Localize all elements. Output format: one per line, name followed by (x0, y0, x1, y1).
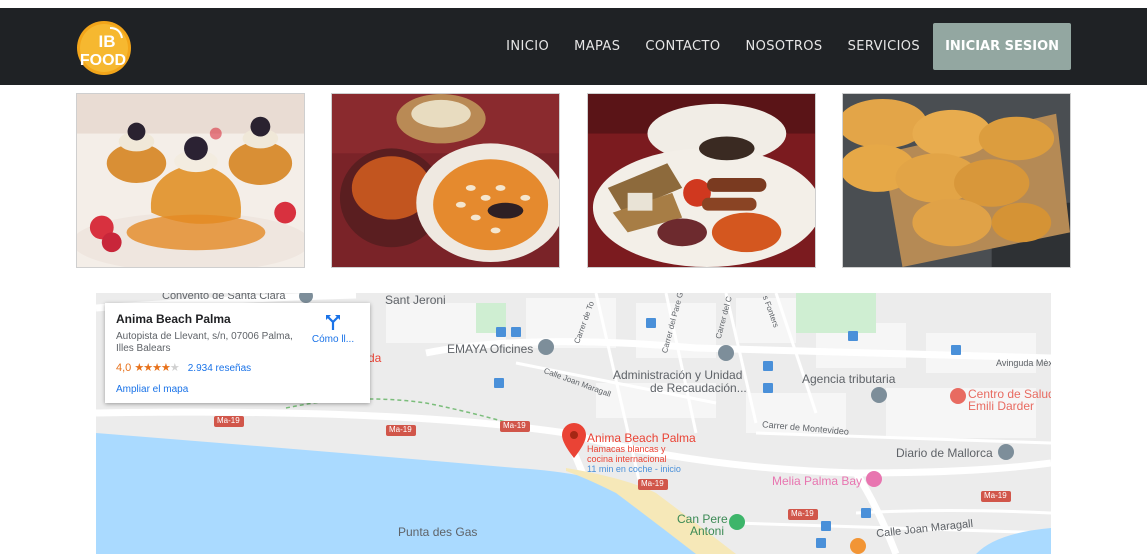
map-label-anima-time: 11 min en coche - inicio (587, 464, 681, 474)
map-label-administracion-1: Administración y Unidad (613, 368, 743, 382)
road-badge-5: Ma-19 (791, 509, 814, 518)
nav-servicios[interactable]: SERVICIOS (848, 39, 921, 54)
directions-button[interactable]: Cómo ll... (303, 313, 363, 345)
map-label-avinguda: Avinguda Mèx (996, 358, 1051, 368)
fabada-stew-icon (332, 94, 559, 267)
enlarge-map-link[interactable]: Ampliar el mapa (116, 384, 188, 395)
empanadas-icon (843, 94, 1070, 267)
nav-mapas[interactable]: MAPAS (574, 39, 620, 54)
main-nav: INICIO MAPAS CONTACTO NOSOTROS SERVICIOS… (506, 8, 1147, 85)
login-button[interactable]: INICIAR SESION (933, 23, 1071, 70)
star-empty-icon: ★ (169, 362, 180, 374)
map-label-anima-pin: Anima Beach Palma (587, 431, 696, 445)
ib-food-logo[interactable]: IB FOOD (76, 20, 132, 76)
map-label-administracion-2: de Recaudación... (650, 381, 747, 395)
map-label-melia: Melia Palma Bay (772, 474, 863, 488)
navbar: IB FOOD INICIO MAPAS CONTACTO NOSOTROS S… (0, 8, 1147, 85)
map-label-diario: Diario de Mallorca (896, 446, 993, 460)
map-label-anima-sub2: cocina internacional (587, 454, 667, 464)
svg-text:IB: IB (99, 32, 116, 51)
gallery-photo-empanadas[interactable] (842, 93, 1071, 268)
map-label-convento: Convento de Santa Clara (162, 293, 286, 302)
rating-value: 4,0 (116, 362, 132, 374)
road-badge-4: Ma-19 (641, 479, 664, 488)
map-label-sant-jeroni: Sant Jeroni (385, 293, 446, 307)
place-name: Anima Beach Palma (116, 312, 231, 326)
top-strip (0, 0, 1147, 8)
gallery-photo-breakfast[interactable] (587, 93, 816, 268)
map-place-card: Anima Beach Palma Autopista de Llevant, … (105, 303, 370, 403)
gallery-photo-stew[interactable] (331, 93, 560, 268)
map-label-emaya: EMAYA Oficines (447, 342, 534, 356)
map-label-anima-sub1: Hamacas blancas y (587, 444, 666, 454)
road-badge-1: Ma-19 (217, 416, 240, 425)
directions-label: Cómo ll... (311, 334, 355, 345)
star-icons: ★★★★★ (134, 362, 180, 374)
road-badge-6: Ma-19 (984, 491, 1007, 500)
svg-text:FOOD: FOOD (80, 52, 126, 69)
nav-inicio[interactable]: INICIO (506, 39, 549, 54)
map-label-fragment: da (368, 351, 382, 365)
reviews-link[interactable]: 2.934 reseñas (188, 363, 251, 374)
full-breakfast-icon (588, 94, 815, 267)
place-address: Autopista de Llevant, s/n, 07006 Palma, … (116, 331, 293, 354)
nav-nosotros[interactable]: NOSOTROS (745, 39, 822, 54)
directions-icon (326, 315, 340, 330)
road-badge-2: Ma-19 (389, 425, 412, 434)
road-badge-3: Ma-19 (503, 421, 526, 430)
stars-filled-icon: ★★★★ (134, 362, 170, 374)
map-label-can-pere-2: Antoni (690, 524, 725, 538)
nav-contacto[interactable]: CONTACTO (645, 39, 720, 54)
gallery-photo-flan[interactable] (76, 93, 305, 268)
place-rating: 4,0 ★★★★★ 2.934 reseñas (116, 361, 251, 374)
map-label-punta: Punta des Gas (398, 525, 478, 539)
flan-dessert-icon (77, 94, 304, 267)
map-label-centro-salud-2: Emili Darder (968, 399, 1035, 413)
map-label-agencia: Agencia tributaria (802, 372, 896, 386)
